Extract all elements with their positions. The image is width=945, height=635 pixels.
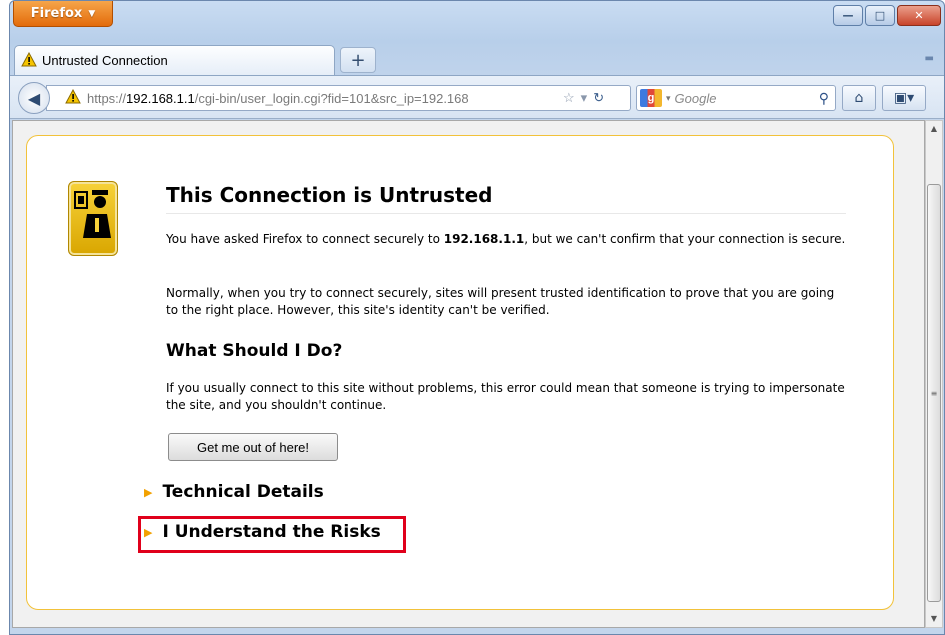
expand-triangle-icon: ▶	[144, 485, 153, 499]
intro-paragraph: You have asked Firefox to connect secure…	[166, 231, 846, 248]
bookmarks-menu-button[interactable]: ▣▾	[882, 85, 926, 111]
technical-details-expander[interactable]: ▶ Technical Details	[144, 482, 324, 502]
intro-text-before: You have asked Firefox to connect secure…	[166, 232, 444, 246]
back-arrow-icon: ◀	[27, 88, 41, 108]
highlight-annotation-box	[138, 516, 406, 553]
intro-host: 192.168.1.1	[443, 232, 525, 246]
site-identity-warning-icon[interactable]	[65, 88, 81, 107]
scroll-thumb[interactable]: ≡	[927, 184, 941, 602]
firefox-menu-label: Firefox	[30, 6, 83, 21]
vertical-scrollbar[interactable]: ▲ ≡ ▼	[925, 120, 943, 628]
url-bar[interactable]: https://192.168.1.1/cgi-bin/user_login.c…	[46, 85, 631, 111]
scroll-down-arrow-icon[interactable]: ▼	[926, 611, 942, 627]
search-engine-dropdown-icon[interactable]: ▾	[666, 93, 671, 104]
url-prefix: https://	[87, 90, 127, 106]
search-icon[interactable]: ⚲	[819, 90, 829, 107]
minimize-icon[interactable]: —	[833, 5, 863, 26]
page-title: This Connection is Untrusted	[166, 183, 846, 214]
search-placeholder: Google	[674, 90, 717, 106]
chevron-down-icon: ▼	[88, 8, 96, 19]
search-bar[interactable]: g ▾ Google ⚲	[636, 85, 836, 111]
back-button[interactable]: ◀	[18, 82, 50, 114]
close-icon[interactable]: ✕	[897, 5, 941, 26]
home-button[interactable]: ⌂	[842, 85, 876, 111]
warning-icon	[21, 51, 37, 70]
tab-bar: Untrusted Connection + ▬	[10, 45, 944, 75]
plus-icon: +	[350, 49, 366, 71]
history-dropdown-icon[interactable]: ▾	[581, 90, 588, 106]
reload-icon[interactable]: ↻	[593, 90, 604, 106]
firefox-menu-button[interactable]: Firefox ▼	[13, 1, 113, 27]
tab-untrusted-connection[interactable]: Untrusted Connection	[14, 45, 335, 75]
bookmark-star-icon[interactable]: ☆	[563, 90, 575, 106]
technical-details-label: Technical Details	[162, 482, 324, 502]
tab-title: Untrusted Connection	[42, 53, 168, 68]
window-controls: — □ ✕	[833, 5, 941, 26]
what-should-i-do-heading: What Should I Do?	[166, 341, 343, 361]
intro-text-after: , but we can't confirm that your connect…	[524, 232, 846, 246]
tabs-list-icon[interactable]: ▬	[925, 53, 934, 64]
url-path: /cgi-bin/user_login.cgi?fid=101&src_ip=1…	[194, 90, 469, 106]
google-engine-icon[interactable]: g	[640, 89, 662, 107]
get-me-out-button[interactable]: Get me out of here!	[168, 433, 338, 461]
bookmarks-icon: ▣▾	[893, 90, 915, 106]
untrusted-certificate-icon	[68, 181, 118, 256]
navigation-toolbar: https://192.168.1.1/cgi-bin/user_login.c…	[10, 75, 944, 119]
url-host: 192.168.1.1	[126, 90, 195, 106]
url-text[interactable]: https://192.168.1.1/cgi-bin/user_login.c…	[87, 91, 557, 106]
scroll-up-arrow-icon[interactable]: ▲	[926, 121, 942, 137]
advice-paragraph: If you usually connect to this site with…	[166, 381, 845, 412]
home-icon: ⌂	[854, 90, 864, 106]
maximize-icon[interactable]: □	[865, 5, 895, 26]
new-tab-button[interactable]: +	[340, 47, 376, 73]
explanation-paragraph: Normally, when you try to connect secure…	[166, 286, 835, 317]
